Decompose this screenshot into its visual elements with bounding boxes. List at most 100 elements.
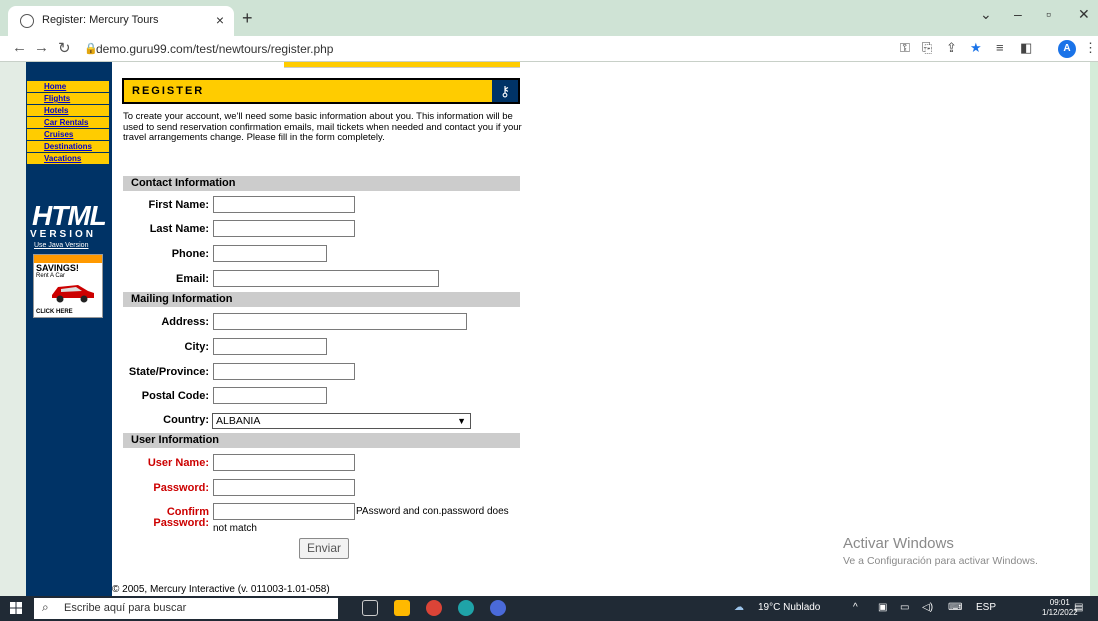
password-mismatch-error: PAssword and con.password does [356, 506, 509, 517]
nav-item-hotels[interactable]: Hotels [27, 104, 109, 116]
close-window-icon[interactable]: ✕ [1078, 6, 1090, 23]
new-tab-button[interactable]: + [242, 8, 253, 29]
weather-text[interactable]: 19°C Nublado [758, 602, 820, 613]
chevron-up-icon[interactable]: ^ [853, 602, 858, 613]
edge-icon[interactable] [458, 600, 474, 616]
submit-button[interactable]: Enviar [299, 538, 349, 559]
last-name-label: Last Name: [149, 223, 209, 235]
confirm-password-label-line2: Password: [153, 517, 209, 529]
activate-windows-title: Activar Windows [843, 535, 954, 552]
address-input[interactable] [213, 313, 467, 330]
browser-chrome: Register: Mercury Tours × + ⌄ – ▫ ✕ ← → … [0, 0, 1098, 62]
taskbar-search[interactable]: ⌕ Escribe aquí para buscar [34, 598, 338, 619]
java-version-link[interactable]: Use Java Version [34, 242, 88, 249]
password-label: Password: [153, 482, 209, 494]
html-logo: HTML [32, 200, 107, 231]
password-input[interactable] [213, 479, 355, 496]
task-view-icon[interactable] [362, 600, 378, 616]
ad-title: SAVINGS! [36, 263, 79, 273]
chrome-icon[interactable] [426, 600, 442, 616]
section-user: User Information [123, 433, 520, 448]
register-header: REGISTER ⚷ [122, 78, 520, 104]
last-name-input[interactable] [213, 220, 355, 237]
page-footer: © 2005, Mercury Interactive (v. 011003-1… [112, 584, 330, 595]
key-icon[interactable]: ⚿ [900, 40, 910, 56]
nav-item-vacations[interactable]: Vacations [27, 152, 109, 164]
cloud-icon: ☁ [734, 602, 744, 613]
translate-icon[interactable]: ⎘ [922, 40, 932, 56]
forward-icon[interactable]: → [34, 39, 49, 56]
close-tab-icon[interactable]: × [216, 12, 224, 28]
page-title: REGISTER [132, 85, 205, 97]
notifications-icon[interactable]: ▤ [1074, 602, 1083, 613]
page-margin [0, 62, 26, 596]
state-label: State/Province: [128, 366, 209, 378]
intro-text: To create your account, we'll need some … [123, 111, 522, 143]
phone-input[interactable] [213, 245, 327, 262]
search-placeholder: Escribe aquí para buscar [64, 602, 187, 614]
section-contact: Contact Information [123, 176, 520, 191]
reload-icon[interactable]: ↻ [58, 39, 71, 57]
minimize-icon[interactable]: – [1014, 6, 1022, 22]
network-icon[interactable]: ▭ [900, 602, 909, 613]
page-viewport: Home Flights Hotels Car Rentals Cruises … [0, 62, 1098, 596]
ad-click-here: CLICK HERE [36, 309, 73, 315]
nav-item-destinations[interactable]: Destinations [27, 140, 109, 152]
page-scrollbar[interactable] [1090, 62, 1098, 596]
email-input[interactable] [213, 270, 439, 287]
first-name-label: First Name: [148, 199, 209, 211]
bookmark-star-icon[interactable]: ★ [970, 40, 982, 56]
chrome-profile-icon[interactable] [490, 600, 506, 616]
address-bar: ← → ↻ 🔒 demo.guru99.com/test/newtours/re… [0, 36, 1098, 62]
postal-code-input[interactable] [213, 387, 327, 404]
back-icon[interactable]: ← [12, 39, 27, 56]
car-rental-ad[interactable]: SAVINGS! Rent A Car CLICK HERE [33, 254, 103, 318]
nav-item-car-rentals[interactable]: Car Rentals [27, 116, 109, 128]
browser-tab[interactable]: Register: Mercury Tours × [8, 6, 234, 36]
version-label: VERSION [30, 229, 97, 240]
nav-item-home[interactable]: Home [27, 80, 109, 92]
first-name-input[interactable] [213, 196, 355, 213]
share-icon[interactable]: ⇪ [946, 40, 957, 56]
key-icon: ⚷ [492, 80, 518, 102]
keyboard-icon[interactable]: ⌨ [948, 602, 962, 613]
username-input[interactable] [213, 454, 355, 471]
tab-search-icon[interactable]: ⌄ [980, 6, 992, 23]
side-panel-icon[interactable]: ◧ [1020, 40, 1032, 56]
menu-icon[interactable]: ⋮ [1084, 40, 1097, 56]
windows-start-icon[interactable] [10, 602, 22, 614]
confirm-password-input[interactable] [213, 503, 355, 520]
search-icon: ⌕ [42, 600, 49, 614]
nav-item-flights[interactable]: Flights [27, 92, 109, 104]
top-banner-strip [284, 62, 520, 68]
section-mailing: Mailing Information [123, 292, 520, 307]
phone-label: Phone: [171, 248, 209, 260]
ad-subtitle: Rent A Car [36, 273, 66, 279]
email-label: Email: [175, 273, 209, 285]
url-field[interactable]: demo.guru99.com/test/newtours/register.p… [96, 42, 333, 56]
address-label: Address: [161, 316, 209, 328]
username-label: User Name: [147, 457, 209, 469]
country-select[interactable]: ALBANIA ▼ [212, 413, 471, 429]
taskbar-clock[interactable]: 09:01 1/12/2022 [1042, 598, 1078, 618]
country-selected-value: ALBANIA [216, 415, 261, 427]
reading-list-icon[interactable]: ≡ [996, 40, 1004, 55]
city-label: City: [184, 341, 209, 353]
password-mismatch-error-cont: not match [213, 523, 257, 534]
state-input[interactable] [213, 363, 355, 380]
profile-avatar[interactable]: A [1058, 40, 1076, 58]
language-indicator[interactable]: ESP [976, 602, 996, 613]
meet-now-icon[interactable]: ▣ [878, 602, 887, 613]
restore-icon[interactable]: ▫ [1046, 6, 1051, 22]
globe-icon [20, 14, 34, 28]
city-input[interactable] [213, 338, 327, 355]
chevron-down-icon: ▼ [457, 416, 466, 426]
nav-item-cruises[interactable]: Cruises [27, 128, 109, 140]
nav-menu: Home Flights Hotels Car Rentals Cruises … [27, 80, 109, 164]
volume-icon[interactable]: ◁) [922, 602, 933, 613]
windows-taskbar: ⌕ Escribe aquí para buscar ☁ 19°C Nublad… [0, 596, 1098, 621]
file-explorer-icon[interactable] [394, 600, 410, 616]
country-label: Country: [163, 414, 209, 426]
tab-title: Register: Mercury Tours [42, 14, 159, 26]
car-icon [52, 285, 94, 303]
